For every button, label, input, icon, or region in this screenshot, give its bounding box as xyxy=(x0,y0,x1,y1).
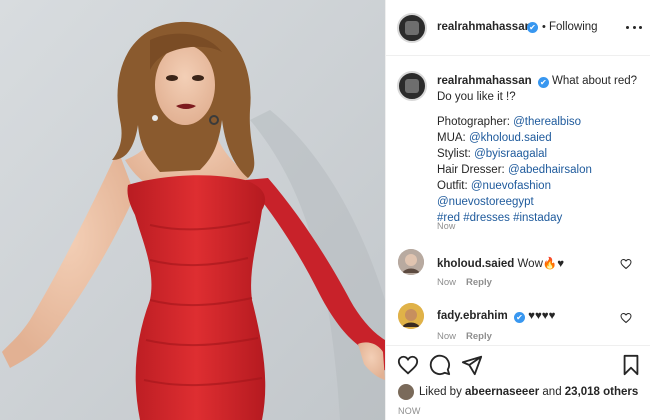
comment-username[interactable]: fady.ebrahim xyxy=(437,310,508,322)
likes-summary: Liked by abeernaseeer and 23,018 others xyxy=(398,384,648,400)
reply-button[interactable]: Reply xyxy=(466,331,492,342)
likes-prefix: Liked by xyxy=(419,386,466,398)
commenter-photo-icon xyxy=(398,249,424,275)
avatar[interactable] xyxy=(398,249,424,275)
avatar[interactable] xyxy=(398,384,414,400)
credit-row: Photographer: @therealbiso xyxy=(437,114,642,130)
comment-body: ♥♥♥♥ xyxy=(528,310,556,322)
liker-username[interactable]: abeernaseeer xyxy=(465,386,539,398)
credit-row: Outfit: @nuevofashion xyxy=(437,178,642,194)
post-image[interactable] xyxy=(0,0,385,420)
commenter-photo-icon xyxy=(398,303,424,329)
post-sidebar: realrahmahassan ✔ • Following realrahmah… xyxy=(385,0,650,420)
caption-credits: Photographer: @therealbiso MUA: @kholoud… xyxy=(437,114,642,226)
avatar[interactable] xyxy=(397,71,427,101)
post-timestamp: NOW xyxy=(398,406,421,416)
avatar[interactable] xyxy=(397,13,427,43)
comment-text: kholoud.saied Wow🔥♥ xyxy=(437,256,564,270)
caption-username[interactable]: realrahmahassan xyxy=(437,75,532,87)
mention-link[interactable]: @nuevofashion xyxy=(471,180,551,192)
verified-badge-icon: ✔ xyxy=(537,77,549,88)
divider xyxy=(386,345,650,346)
comment-body: Wow🔥♥ xyxy=(517,258,565,270)
comment-icon[interactable] xyxy=(429,354,451,376)
credit-row: Hair Dresser: @abedhairsalon xyxy=(437,162,642,178)
comment-item: kholoud.saied Wow🔥♥ Now Reply xyxy=(386,249,650,299)
comment-meta: Now Reply xyxy=(437,331,492,342)
mention-link[interactable]: @kholoud.saied xyxy=(469,132,552,144)
reply-button[interactable]: Reply xyxy=(466,277,492,288)
header-username[interactable]: realrahmahassan xyxy=(437,21,532,33)
credit-row: MUA: @kholoud.saied xyxy=(437,130,642,146)
post-header: realrahmahassan ✔ • Following xyxy=(386,0,650,56)
credit-label: Hair Dresser: xyxy=(437,164,508,176)
verified-badge-icon: ✔ xyxy=(513,312,525,323)
more-options-icon[interactable] xyxy=(626,21,642,33)
heart-icon[interactable] xyxy=(397,354,419,376)
likes-middle: and xyxy=(539,386,565,398)
mention-link[interactable]: @abedhairsalon xyxy=(508,164,592,176)
like-comment-heart-icon[interactable] xyxy=(620,258,632,270)
avatar[interactable] xyxy=(398,303,424,329)
credit-label: Photographer: xyxy=(437,116,514,128)
comment-meta: Now Reply xyxy=(437,277,492,288)
post-actions xyxy=(386,352,650,380)
mention-link[interactable]: @therealbiso xyxy=(513,116,581,128)
like-comment-heart-icon[interactable] xyxy=(620,312,632,324)
comment-time: Now xyxy=(437,331,457,342)
mention-link[interactable]: @nuevostoreegypt xyxy=(437,196,534,208)
share-icon[interactable] xyxy=(461,354,483,376)
credit-label: MUA: xyxy=(437,132,469,144)
mention-link[interactable]: @byisraagalal xyxy=(474,148,547,160)
likes-count-link[interactable]: 23,018 others xyxy=(565,386,639,398)
separator-dot: • xyxy=(542,21,546,33)
hashtags: #red #dresses #instaday xyxy=(437,210,642,226)
verified-badge-icon: ✔ xyxy=(527,22,538,33)
following-button[interactable]: Following xyxy=(549,21,598,33)
comment-username[interactable]: kholoud.saied xyxy=(437,258,514,270)
bookmark-icon[interactable] xyxy=(620,354,642,376)
caption-text: realrahmahassan ✔ What about red? Do you… xyxy=(437,73,642,105)
credit-label: Stylist: xyxy=(437,148,475,160)
comment-time: Now xyxy=(437,277,457,288)
caption-timestamp: Now xyxy=(437,221,456,231)
credit-label: Outfit: xyxy=(437,180,471,192)
credit-row: @nuevostoreegypt xyxy=(437,194,642,210)
photo-of-woman-in-red-dress xyxy=(0,0,385,420)
credit-row: Stylist: @byisraagalal xyxy=(437,146,642,162)
likes-text: Liked by abeernaseeer and 23,018 others xyxy=(419,386,638,398)
comment-text: fady.ebrahim ✔ ♥♥♥♥ xyxy=(437,310,555,323)
